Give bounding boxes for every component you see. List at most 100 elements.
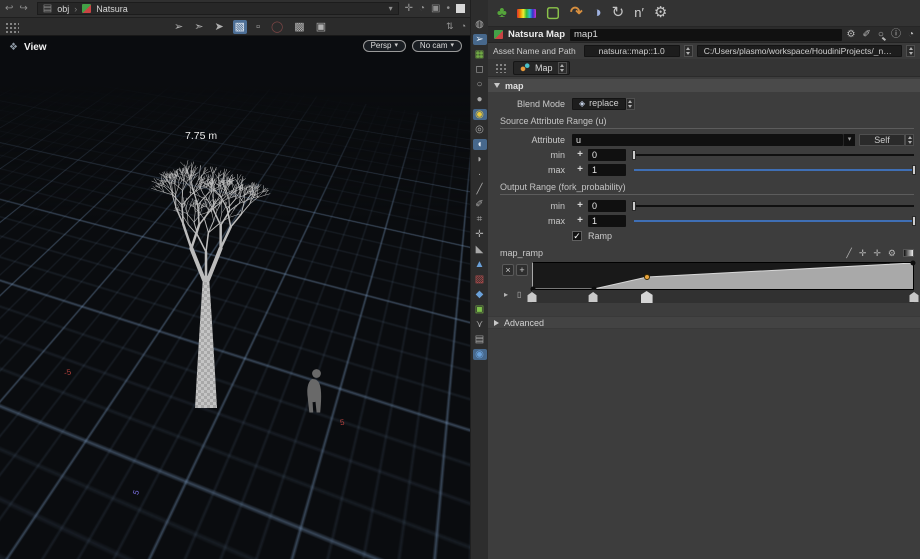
keyframe-ladder-icon[interactable]: + bbox=[572, 215, 588, 226]
ruler-icon[interactable]: ◣ bbox=[473, 244, 487, 255]
source-max-field[interactable]: 1 bbox=[588, 164, 626, 176]
light-icon[interactable]: ○ bbox=[473, 79, 487, 90]
select-objects-icon[interactable]: ➣ bbox=[192, 20, 205, 34]
source-min-slider[interactable] bbox=[634, 149, 914, 161]
attribute-field[interactable]: u bbox=[572, 134, 843, 146]
annotate-icon[interactable]: ✐ bbox=[473, 199, 487, 210]
ramp-expand-icon[interactable]: ▸ bbox=[504, 290, 508, 299]
layout-cube-icon[interactable]: ▣ bbox=[431, 3, 440, 14]
toolbar-drag-handle-icon[interactable] bbox=[5, 22, 19, 33]
viewport-pane-tab[interactable]: ❖ View bbox=[9, 42, 47, 53]
blend-mode-dropdown[interactable]: ◈ replace bbox=[572, 98, 626, 110]
keyframe-ladder-icon[interactable]: + bbox=[572, 200, 588, 211]
blend-mode-spinner[interactable] bbox=[626, 98, 635, 110]
output-min-field[interactable]: 0 bbox=[588, 200, 626, 212]
history-icon[interactable]: ◔ bbox=[419, 3, 425, 14]
slider-handle[interactable] bbox=[912, 216, 916, 226]
sort-icon[interactable]: ⇅ bbox=[446, 21, 454, 32]
perspective-view-button[interactable]: Persp ▾ bbox=[363, 40, 406, 52]
breadcrumb[interactable]: ▤ obj › Natsura ▾ bbox=[37, 2, 399, 15]
display-options-icon[interactable]: ◍ bbox=[473, 19, 487, 30]
curve-shelf-icon[interactable]: ↷ bbox=[570, 4, 583, 22]
attribute-dropdown-icon[interactable]: ▾ bbox=[843, 134, 855, 146]
ramp-key-handle[interactable] bbox=[641, 291, 653, 303]
source-max-slider[interactable] bbox=[634, 164, 914, 176]
ramp-point[interactable] bbox=[911, 261, 916, 266]
ramp-fit-icon[interactable]: ✛ bbox=[873, 248, 881, 259]
brush-pick-icon[interactable]: ◯ bbox=[269, 20, 285, 34]
attribute-scope-spinner[interactable] bbox=[905, 134, 914, 146]
node-settings-icon[interactable]: ⚙ bbox=[847, 29, 856, 41]
geo-cube-shelf-icon[interactable]: ▢ bbox=[546, 4, 560, 22]
layers-display-icon[interactable]: ▤ bbox=[473, 334, 487, 345]
path-dropdown-icon[interactable]: ▾ bbox=[389, 4, 393, 13]
forward-icon[interactable]: ↪ bbox=[19, 3, 27, 14]
node-name-field[interactable]: map1 bbox=[570, 29, 842, 41]
pin-icon[interactable]: ✛ bbox=[405, 3, 413, 14]
output-max-slider[interactable] bbox=[634, 215, 914, 227]
box-pick-icon[interactable]: ▧ bbox=[233, 20, 247, 34]
help-icon[interactable]: ◔ bbox=[461, 21, 466, 32]
ramp-delete-point-button[interactable]: × bbox=[502, 264, 514, 276]
geometry-icon[interactable]: ▦ bbox=[473, 49, 487, 60]
wireframe-icon[interactable]: ╱ bbox=[473, 184, 487, 195]
tab-drag-handle-icon[interactable] bbox=[495, 63, 506, 73]
search-params-icon[interactable]: ○ bbox=[878, 29, 884, 41]
slider-handle[interactable] bbox=[632, 201, 636, 211]
asset-path-spinner[interactable] bbox=[906, 45, 915, 57]
material-icon[interactable]: ◗ bbox=[473, 154, 487, 165]
reflect-icon[interactable]: ◆ bbox=[473, 289, 487, 300]
camera-view-icon[interactable]: ▣ bbox=[473, 304, 487, 315]
zoom-pick-icon[interactable]: ▫ bbox=[254, 20, 262, 34]
link-dot-icon[interactable]: • bbox=[446, 3, 450, 14]
breadcrumb-root[interactable]: obj bbox=[57, 4, 69, 14]
asset-name-select[interactable]: natsura::map::1.0 bbox=[584, 45, 680, 57]
secure-selection-icon[interactable]: ➢ bbox=[172, 20, 185, 34]
recook-shelf-icon[interactable]: ↻ bbox=[612, 4, 625, 22]
ramp-graph[interactable] bbox=[532, 262, 914, 290]
natsura-n-shelf-icon[interactable]: n′ bbox=[634, 4, 644, 22]
uv-view-icon[interactable]: ▨ bbox=[473, 274, 487, 285]
ramp-key-handle[interactable] bbox=[589, 292, 598, 302]
back-icon[interactable]: ↩ bbox=[5, 3, 13, 14]
ramp-gradient-icon[interactable] bbox=[903, 249, 914, 257]
output-min-slider[interactable] bbox=[634, 200, 914, 212]
fork-display-icon[interactable]: ⋎ bbox=[473, 319, 487, 330]
map-section-header[interactable]: map bbox=[488, 79, 920, 92]
ramp-bracket-icon[interactable]: ▯ bbox=[517, 290, 521, 299]
asset-name-spinner[interactable] bbox=[684, 45, 693, 57]
camera-select-button[interactable]: No cam ▾ bbox=[412, 40, 462, 52]
select-parts-icon[interactable]: ➤ bbox=[212, 20, 225, 34]
select-arrow-icon[interactable]: ➢ bbox=[473, 34, 487, 45]
lighting-icon[interactable]: ◉ bbox=[473, 349, 487, 360]
lock-icon[interactable]: ◻ bbox=[473, 64, 487, 75]
ramp-point-selected[interactable] bbox=[644, 274, 650, 280]
ramp-add-point-button[interactable]: + bbox=[516, 264, 528, 276]
ramp-line-icon[interactable]: ╱ bbox=[846, 248, 851, 259]
probe-light-icon[interactable]: ◎ bbox=[473, 124, 487, 135]
maximize-pane-icon[interactable] bbox=[456, 4, 465, 13]
attribute-scope-dropdown[interactable]: Self bbox=[859, 134, 905, 146]
ramp-settings-icon[interactable]: ⚙ bbox=[888, 248, 896, 259]
node-help-icon[interactable]: ◔ bbox=[908, 29, 914, 41]
handles-icon[interactable]: ✛ bbox=[473, 229, 487, 240]
keyframe-ladder-icon[interactable]: + bbox=[572, 149, 588, 160]
ramp-key-handle[interactable] bbox=[528, 292, 537, 302]
gradient-shelf-icon[interactable] bbox=[517, 9, 536, 18]
pick-settings-icon[interactable]: ▣ bbox=[314, 20, 328, 34]
ramp-pan-icon[interactable]: ✛ bbox=[859, 248, 867, 259]
ramp-handle-track[interactable] bbox=[532, 290, 914, 303]
source-min-field[interactable]: 0 bbox=[588, 149, 626, 161]
keyframe-ladder-icon[interactable]: + bbox=[572, 164, 588, 175]
points-display-icon[interactable]: · bbox=[473, 169, 487, 180]
moon-shelf-icon[interactable]: ◑ bbox=[593, 4, 602, 22]
asset-path-field[interactable]: C:/Users/plasmo/workspace/HoudiniProject… bbox=[697, 45, 902, 57]
breadcrumb-node[interactable]: Natsura bbox=[96, 4, 128, 14]
map-tab-button[interactable]: Map bbox=[513, 61, 570, 75]
ramp-key-handle[interactable] bbox=[910, 292, 919, 302]
normals-icon[interactable]: ▲ bbox=[473, 259, 487, 270]
natsura-tree-shelf-icon[interactable]: ♣ bbox=[497, 4, 507, 22]
snap-icon[interactable]: ⌗ bbox=[473, 214, 487, 225]
occlusion-icon[interactable]: ◖ bbox=[473, 139, 487, 150]
mask-pick-icon[interactable]: ▩ bbox=[292, 20, 306, 34]
